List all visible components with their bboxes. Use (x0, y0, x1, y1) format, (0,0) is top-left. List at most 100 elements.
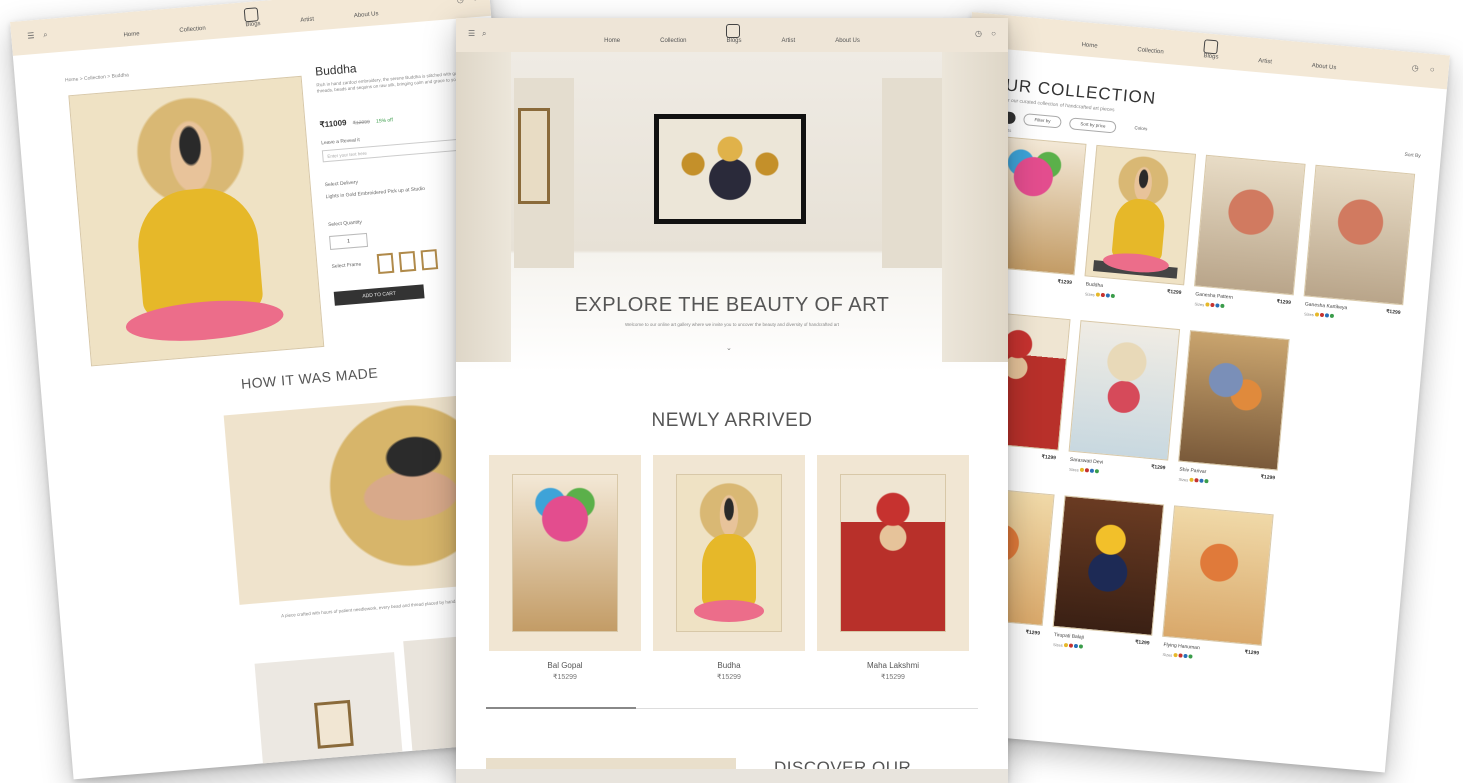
sort-dropdown[interactable]: Sort By (1404, 152, 1421, 159)
color-swatches[interactable] (1078, 467, 1099, 475)
product-card[interactable]: Tirupati Balaji ₹1299 Sizes (1049, 495, 1165, 676)
color-swatches[interactable] (1172, 652, 1193, 660)
nav-collection[interactable]: Collection (660, 38, 686, 44)
delivery-option[interactable]: Lights in Gold Embroidered Pick up at St… (326, 186, 426, 200)
artwork[interactable] (1052, 495, 1165, 636)
color-swatches[interactable] (1204, 302, 1225, 309)
featured-artwork[interactable] (654, 114, 806, 224)
product-image[interactable] (1162, 505, 1274, 646)
size-options[interactable]: Sizes (1162, 652, 1193, 660)
color-swatch[interactable] (1078, 644, 1083, 649)
sort-price-button[interactable]: Sort by price (1068, 117, 1117, 134)
color-swatch[interactable] (1094, 469, 1099, 474)
site-logo[interactable] (726, 24, 740, 38)
product-name[interactable]: Saraswati Devi (1070, 457, 1104, 466)
color-swatch[interactable] (1079, 467, 1084, 473)
nav-home[interactable]: Home (123, 31, 139, 38)
color-swatch[interactable] (1095, 292, 1100, 297)
color-swatch[interactable] (1084, 468, 1089, 473)
product-frame[interactable] (653, 455, 805, 651)
site-logo[interactable] (1203, 39, 1219, 55)
cart-icon[interactable]: ◷ (975, 29, 982, 38)
product-image[interactable] (676, 473, 782, 633)
product-card[interactable]: Bal Gopal ₹15299 (489, 455, 641, 681)
menu-icon[interactable]: ☰ (468, 29, 475, 38)
color-swatch[interactable] (1205, 302, 1210, 307)
color-swatches[interactable] (1314, 312, 1334, 319)
product-name[interactable]: Ganesha Pattern (1195, 291, 1233, 300)
frame-option[interactable] (398, 250, 417, 273)
product-name[interactable]: Maha Lakshmi (817, 661, 969, 670)
product-name[interactable]: Shiv Parivar (1179, 467, 1206, 475)
size-options[interactable]: Sizes (1178, 477, 1209, 485)
frame-option[interactable] (420, 249, 439, 271)
color-swatch[interactable] (1215, 303, 1220, 308)
color-swatch[interactable] (1210, 302, 1215, 308)
product-card[interactable]: Ganesha Kartikeya ₹1299 Sizes (1300, 164, 1416, 346)
color-swatch[interactable] (1068, 643, 1073, 648)
color-swatch[interactable] (1110, 293, 1115, 299)
product-frame[interactable] (489, 455, 641, 651)
product-card[interactable]: ADD TO CARTBuddha₹1299Sizes (1081, 144, 1197, 326)
nav-collection[interactable]: Collection (1137, 47, 1164, 55)
product-name[interactable]: Bal Gopal (489, 661, 641, 670)
site-logo[interactable] (243, 7, 259, 23)
size-options[interactable]: Sizes (1304, 311, 1334, 319)
color-swatch[interactable] (1204, 478, 1209, 484)
color-swatch[interactable] (1183, 653, 1188, 659)
product-card[interactable]: Saraswati Devi ₹1299 Sizes (1065, 320, 1181, 501)
color-swatch[interactable] (1105, 293, 1110, 298)
nav-home[interactable]: Home (604, 38, 620, 44)
color-swatches[interactable] (1094, 292, 1115, 299)
nav-home[interactable]: Home (1081, 42, 1097, 49)
color-swatches[interactable] (1188, 477, 1209, 485)
color-swatch[interactable] (1178, 653, 1183, 658)
color-swatch[interactable] (1194, 478, 1199, 483)
product-image[interactable] (1178, 330, 1290, 471)
product-image[interactable] (1194, 154, 1306, 296)
color-swatch[interactable] (1188, 654, 1193, 659)
filter-by-button[interactable]: Filter by (1022, 113, 1062, 129)
color-swatches[interactable] (1063, 642, 1083, 650)
product-name[interactable]: Ganesha Kartikeya (1305, 301, 1348, 311)
color-swatch[interactable] (1089, 468, 1094, 473)
nav-artist[interactable]: Artist (300, 17, 314, 24)
size-options[interactable]: Sizes (1069, 467, 1099, 475)
artwork[interactable] (1068, 320, 1181, 461)
breadcrumb[interactable]: Home > Collection > Buddha (65, 72, 129, 83)
user-icon[interactable]: ○ (1429, 65, 1435, 74)
artwork[interactable] (1303, 164, 1416, 306)
add-to-cart-button[interactable]: ADD TO CART (333, 284, 425, 306)
color-swatch[interactable] (1100, 292, 1105, 298)
size-options[interactable]: Sizes (1194, 301, 1225, 309)
product-frame[interactable] (817, 455, 969, 651)
product-image[interactable] (840, 473, 946, 633)
user-icon[interactable]: ○ (472, 0, 478, 3)
artwork[interactable] (1162, 505, 1274, 646)
product-image[interactable] (1068, 320, 1181, 461)
product-card[interactable]: Maha Lakshmi ₹15299 (817, 455, 969, 681)
frame-option[interactable] (376, 252, 395, 275)
nav-blogs[interactable]: Blogs (727, 38, 742, 44)
product-card[interactable]: Ganesha Pattern ₹1299 Sizes (1190, 154, 1306, 336)
color-swatch[interactable] (1314, 312, 1319, 317)
size-options[interactable]: Sizes (1053, 642, 1083, 650)
artwork[interactable] (1178, 330, 1290, 471)
cart-icon[interactable]: ◷ (456, 0, 464, 5)
nav-about[interactable]: About Us (1311, 63, 1336, 71)
size-options[interactable]: Sizes (1085, 291, 1115, 299)
scroll-indicator[interactable] (486, 707, 636, 709)
nav-artist[interactable]: Artist (1258, 58, 1272, 65)
product-name[interactable]: Buddha (1086, 281, 1104, 289)
artwork[interactable] (1194, 154, 1306, 296)
color-swatch[interactable] (1189, 477, 1194, 482)
nav-collection[interactable]: Collection (179, 26, 206, 34)
color-swatch[interactable] (1073, 643, 1078, 649)
product-name[interactable]: Budha (653, 661, 805, 670)
color-swatch[interactable] (1329, 313, 1334, 319)
product-card[interactable]: Shiv Parivar ₹1299 Sizes (1174, 330, 1290, 511)
quantity-stepper[interactable]: 1 (329, 232, 369, 251)
product-image[interactable] (1303, 164, 1416, 306)
product-card[interactable]: Flying Hanuman ₹1299 Sizes (1158, 505, 1274, 686)
product-name[interactable]: Flying Hanuman (1163, 642, 1200, 651)
